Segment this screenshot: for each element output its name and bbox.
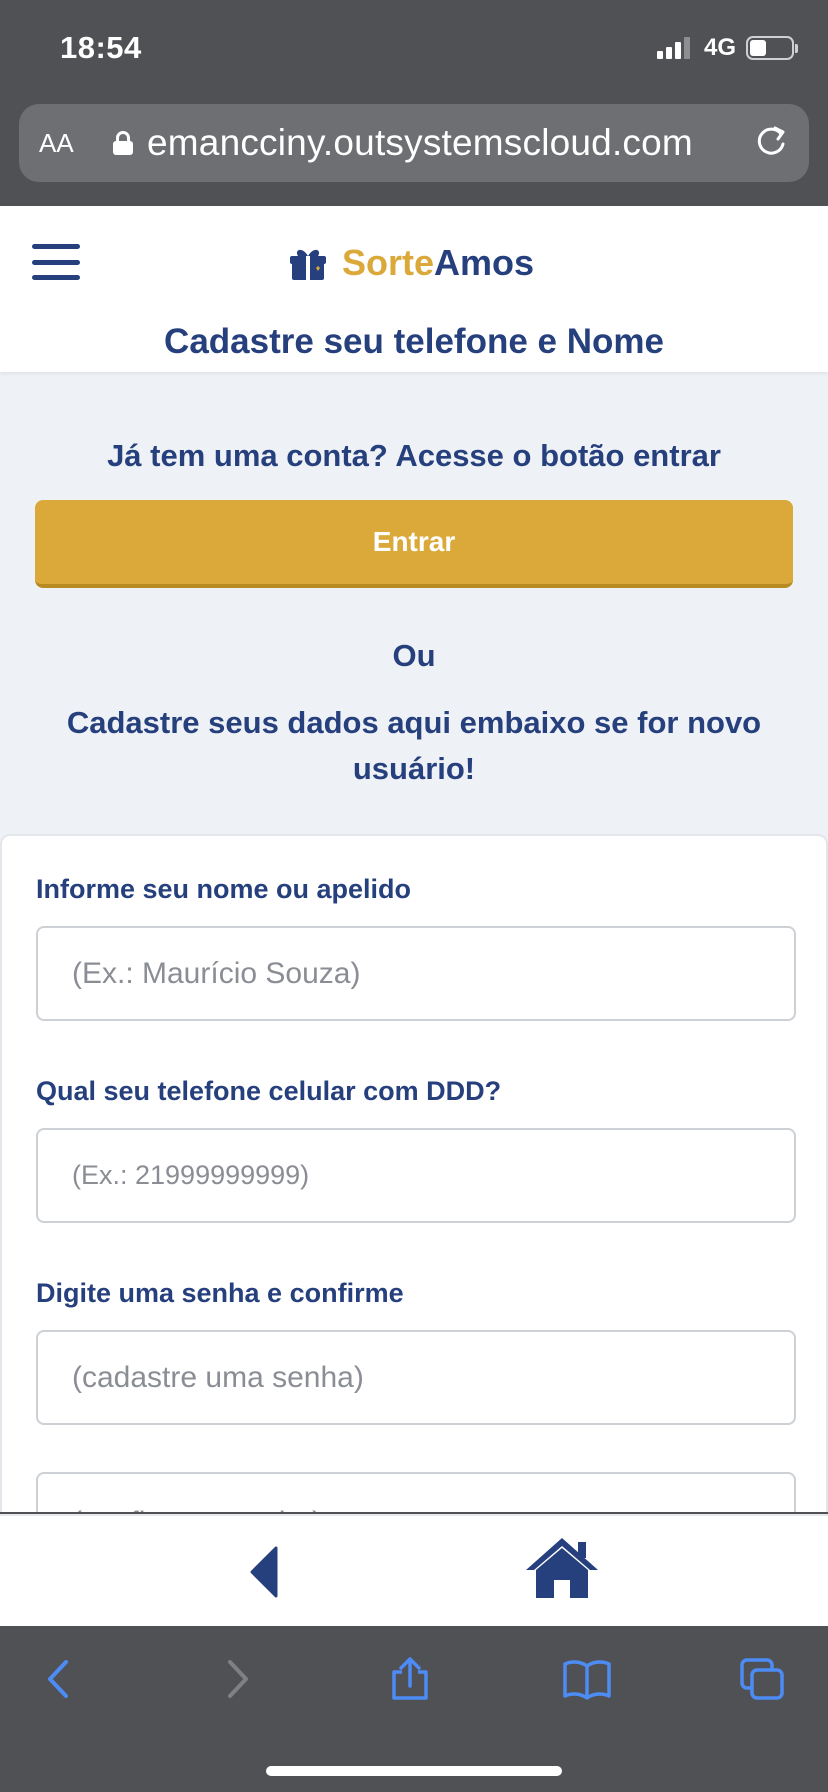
name-input[interactable]: (Ex.: Maurício Souza) xyxy=(36,926,796,1021)
status-time: 18:54 xyxy=(60,30,142,65)
reload-icon[interactable] xyxy=(753,124,789,160)
brand-name-part2: Amos xyxy=(434,242,535,283)
text-size-button[interactable]: AA xyxy=(39,128,99,159)
browser-back-icon[interactable] xyxy=(38,1656,82,1702)
lock-icon xyxy=(113,131,133,155)
login-button[interactable]: Entrar xyxy=(35,500,793,588)
battery-icon xyxy=(746,36,798,60)
network-type: 4G xyxy=(703,34,736,61)
login-prompt: Já tem uma conta? Acesse o botão entrar xyxy=(107,438,721,473)
signal-icon xyxy=(656,37,690,59)
app-bottom-nav xyxy=(0,1514,828,1626)
bookmarks-icon[interactable] xyxy=(562,1656,612,1702)
browser-forward-icon[interactable] xyxy=(214,1656,258,1702)
page-title: Cadastre seu telefone e Nome xyxy=(164,322,664,361)
brand-name-part1: Sorte xyxy=(342,242,435,283)
confirm-password-input[interactable]: (confirme a senha) xyxy=(36,1472,796,1512)
tabs-icon[interactable] xyxy=(738,1656,786,1702)
phone-input[interactable]: (Ex.: 21999999999) xyxy=(36,1128,796,1223)
status-bar: 18:54 4G xyxy=(0,0,828,100)
gift-icon xyxy=(290,249,326,280)
home-icon[interactable] xyxy=(524,1536,600,1600)
page-content: SorteAmos Cadastre seu telefone e Nome J… xyxy=(0,206,828,1512)
home-indicator xyxy=(266,1766,562,1776)
registration-form: Informe seu nome ou apelido (Ex.: Mauríc… xyxy=(0,834,828,1512)
name-label: Informe seu nome ou apelido xyxy=(36,874,412,904)
brand-logo[interactable]: SorteAmos xyxy=(288,242,534,284)
browser-toolbar xyxy=(0,1626,828,1792)
status-indicators: 4G xyxy=(656,34,798,62)
password-label: Digite uma senha e confirme xyxy=(36,1278,404,1308)
hamburger-icon[interactable] xyxy=(32,244,80,280)
password-input[interactable]: (cadastre uma senha) xyxy=(36,1330,796,1425)
url-text[interactable]: emancciny.outsystemscloud.com xyxy=(147,122,707,164)
register-prompt: Cadastre seus dados aqui embaixo se for … xyxy=(66,705,762,786)
phone-label: Qual seu telefone celular com DDD? xyxy=(36,1076,502,1106)
share-icon[interactable] xyxy=(388,1656,432,1702)
back-arrow-icon[interactable] xyxy=(248,1546,280,1598)
or-label: Ou xyxy=(392,638,436,673)
app-header: SorteAmos Cadastre seu telefone e Nome xyxy=(0,206,828,372)
address-bar[interactable]: AA emancciny.outsystemscloud.com xyxy=(19,104,809,182)
